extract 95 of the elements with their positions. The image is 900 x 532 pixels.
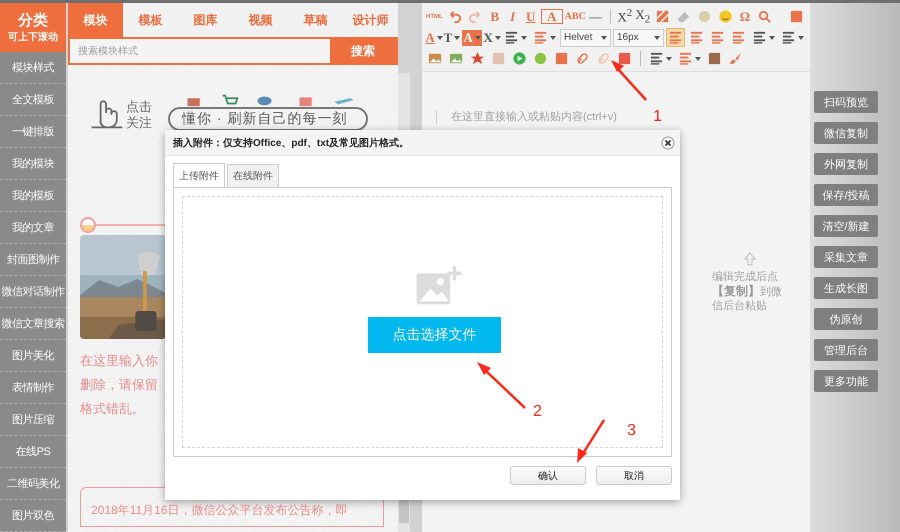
notice-text: 2018年11月16日，微信公众平台发布公告称，即 (91, 503, 348, 517)
toolbar-button[interactable]: U (522, 8, 539, 24)
sidebar-item[interactable]: 二维码美化 (0, 468, 66, 500)
action-button[interactable]: 清空/新建 (814, 215, 878, 237)
sidebar-item[interactable]: 微信对话制作 (0, 276, 66, 308)
body-text: 删除，请保留 (80, 376, 159, 394)
indent-icon (752, 30, 767, 45)
dialog-tab[interactable]: 上传附件 (173, 163, 225, 188)
sidebar-item[interactable]: 一键排版 (0, 116, 66, 148)
annotation-arrow (611, 60, 647, 101)
action-button[interactable]: 微信复制 (814, 122, 878, 144)
tab[interactable]: 模块 (68, 3, 123, 37)
toolbar-button[interactable]: X (484, 30, 500, 46)
tab[interactable]: 草稿 (288, 3, 343, 37)
sidebar-item[interactable]: 我的文章 (0, 212, 66, 244)
sidebar-item[interactable]: 微信文章搜索 (0, 308, 66, 340)
justify-icon (731, 30, 746, 45)
editor-placeholder[interactable]: 在这里直接输入或粘贴内容(ctrl+v) (451, 109, 617, 124)
sidebar-item[interactable]: 模块样式 (0, 52, 66, 84)
smiley-icon (718, 9, 733, 24)
annotation-number: 3 (627, 422, 636, 440)
sidebar-item[interactable]: 在线PS (0, 436, 66, 468)
up-arrow-icon (744, 252, 756, 266)
action-button[interactable]: 保存/投稿 (814, 184, 878, 206)
sidebar-subtitle: 可上下滚动 (8, 30, 58, 44)
ordered-list-icon (649, 51, 664, 66)
sidebar-item[interactable]: 我的模块 (0, 148, 66, 180)
image-icon (428, 51, 443, 66)
body-text: 在这里输入你 (80, 352, 159, 370)
toolbar-button[interactable]: — (588, 8, 604, 24)
play-icon (512, 51, 527, 66)
align-left-icon (668, 30, 683, 45)
image-icon (449, 51, 464, 66)
brush-icon (728, 51, 743, 66)
spacing-icon (533, 30, 548, 45)
unlink-icon (596, 51, 611, 66)
toolbar-button[interactable]: X$_{2}$ (634, 7, 651, 26)
sidebar-item[interactable]: 我的模板 (0, 180, 66, 212)
tab[interactable]: 视频 (233, 3, 288, 37)
dialog-button[interactable]: 取消 (596, 466, 672, 485)
hatch-icon (654, 9, 670, 24)
banner-text: 点击 (126, 99, 152, 115)
dialog-button[interactable]: 确认 (510, 466, 586, 485)
action-button[interactable]: 外网复制 (814, 153, 878, 175)
sidebar-item[interactable]: 图片双色 (0, 500, 66, 532)
dialog-title: 插入附件：仅支持Office、pdf、txt及常见图片格式。 (173, 136, 410, 150)
redo-icon (468, 9, 483, 24)
close-icon[interactable] (661, 136, 675, 150)
annotation-number: 2 (533, 403, 542, 421)
toolbar-button[interactable]: Ω (736, 8, 753, 24)
action-button[interactable]: 更多功能 (814, 370, 878, 392)
body-text: 格式错乱。 (80, 400, 146, 418)
tab[interactable]: 设计师 (343, 3, 398, 37)
link-icon (575, 51, 590, 66)
paragraph-icon (781, 30, 796, 45)
sidebar-title: 分类 (18, 11, 48, 30)
align-right-icon (710, 30, 725, 45)
banner-text: 关注 (126, 115, 152, 131)
magic-wand-icon (470, 51, 485, 66)
circle-icon (533, 51, 548, 66)
tab[interactable]: 图库 (178, 3, 233, 37)
toolbar-button[interactable]: A (462, 30, 482, 46)
action-button[interactable]: 扫码预览 (814, 91, 878, 113)
toolbar-button[interactable]: ABC (564, 11, 586, 22)
sidebar-item[interactable]: 全文模板 (0, 84, 66, 116)
action-button[interactable]: 管理后台 (814, 339, 878, 361)
choose-file-button[interactable]: 点击选择文件 (368, 317, 501, 353)
search-field[interactable]: 搜索模块样式 (70, 39, 330, 63)
annotation-arrow (477, 362, 526, 409)
add-image-icon (414, 265, 464, 307)
align-center-icon (689, 30, 704, 45)
action-button[interactable]: 伪原创 (814, 308, 878, 330)
bullet-list-icon (678, 51, 693, 66)
search-icon (756, 9, 772, 24)
eraser-icon (676, 9, 691, 24)
editor-hint: 编辑完成后点【复制】到微信后台粘贴 (712, 270, 783, 313)
dialog-tab[interactable]: 在线附件 (227, 164, 279, 187)
sidebar-item[interactable]: 表情制作 (0, 372, 66, 404)
tab[interactable]: 模板 (123, 3, 178, 37)
divider-dot (80, 217, 96, 233)
toolbar-button[interactable]: B (486, 8, 503, 24)
toolbar-dropdown[interactable]: 16px (613, 28, 664, 46)
toolbar-dropdown[interactable]: Helvet (560, 28, 611, 46)
action-button[interactable]: 生成长图 (814, 277, 878, 299)
toolbar-button[interactable]: A (426, 30, 442, 46)
sidebar-item[interactable]: 图片压缩 (0, 404, 66, 436)
toolbar-button[interactable]: X$^{2}$ (616, 7, 633, 26)
action-button[interactable]: 采集文章 (814, 246, 878, 268)
annotation-arrow (577, 419, 606, 463)
sidebar-item[interactable]: 封面图制作 (0, 244, 66, 276)
sidebar-item[interactable]: 图片美化 (0, 340, 66, 372)
toolbar-button[interactable]: A (540, 9, 563, 24)
line-height-icon (504, 30, 519, 45)
toolbar-button[interactable]: I (504, 8, 521, 24)
annotation-number: 1 (653, 108, 662, 126)
